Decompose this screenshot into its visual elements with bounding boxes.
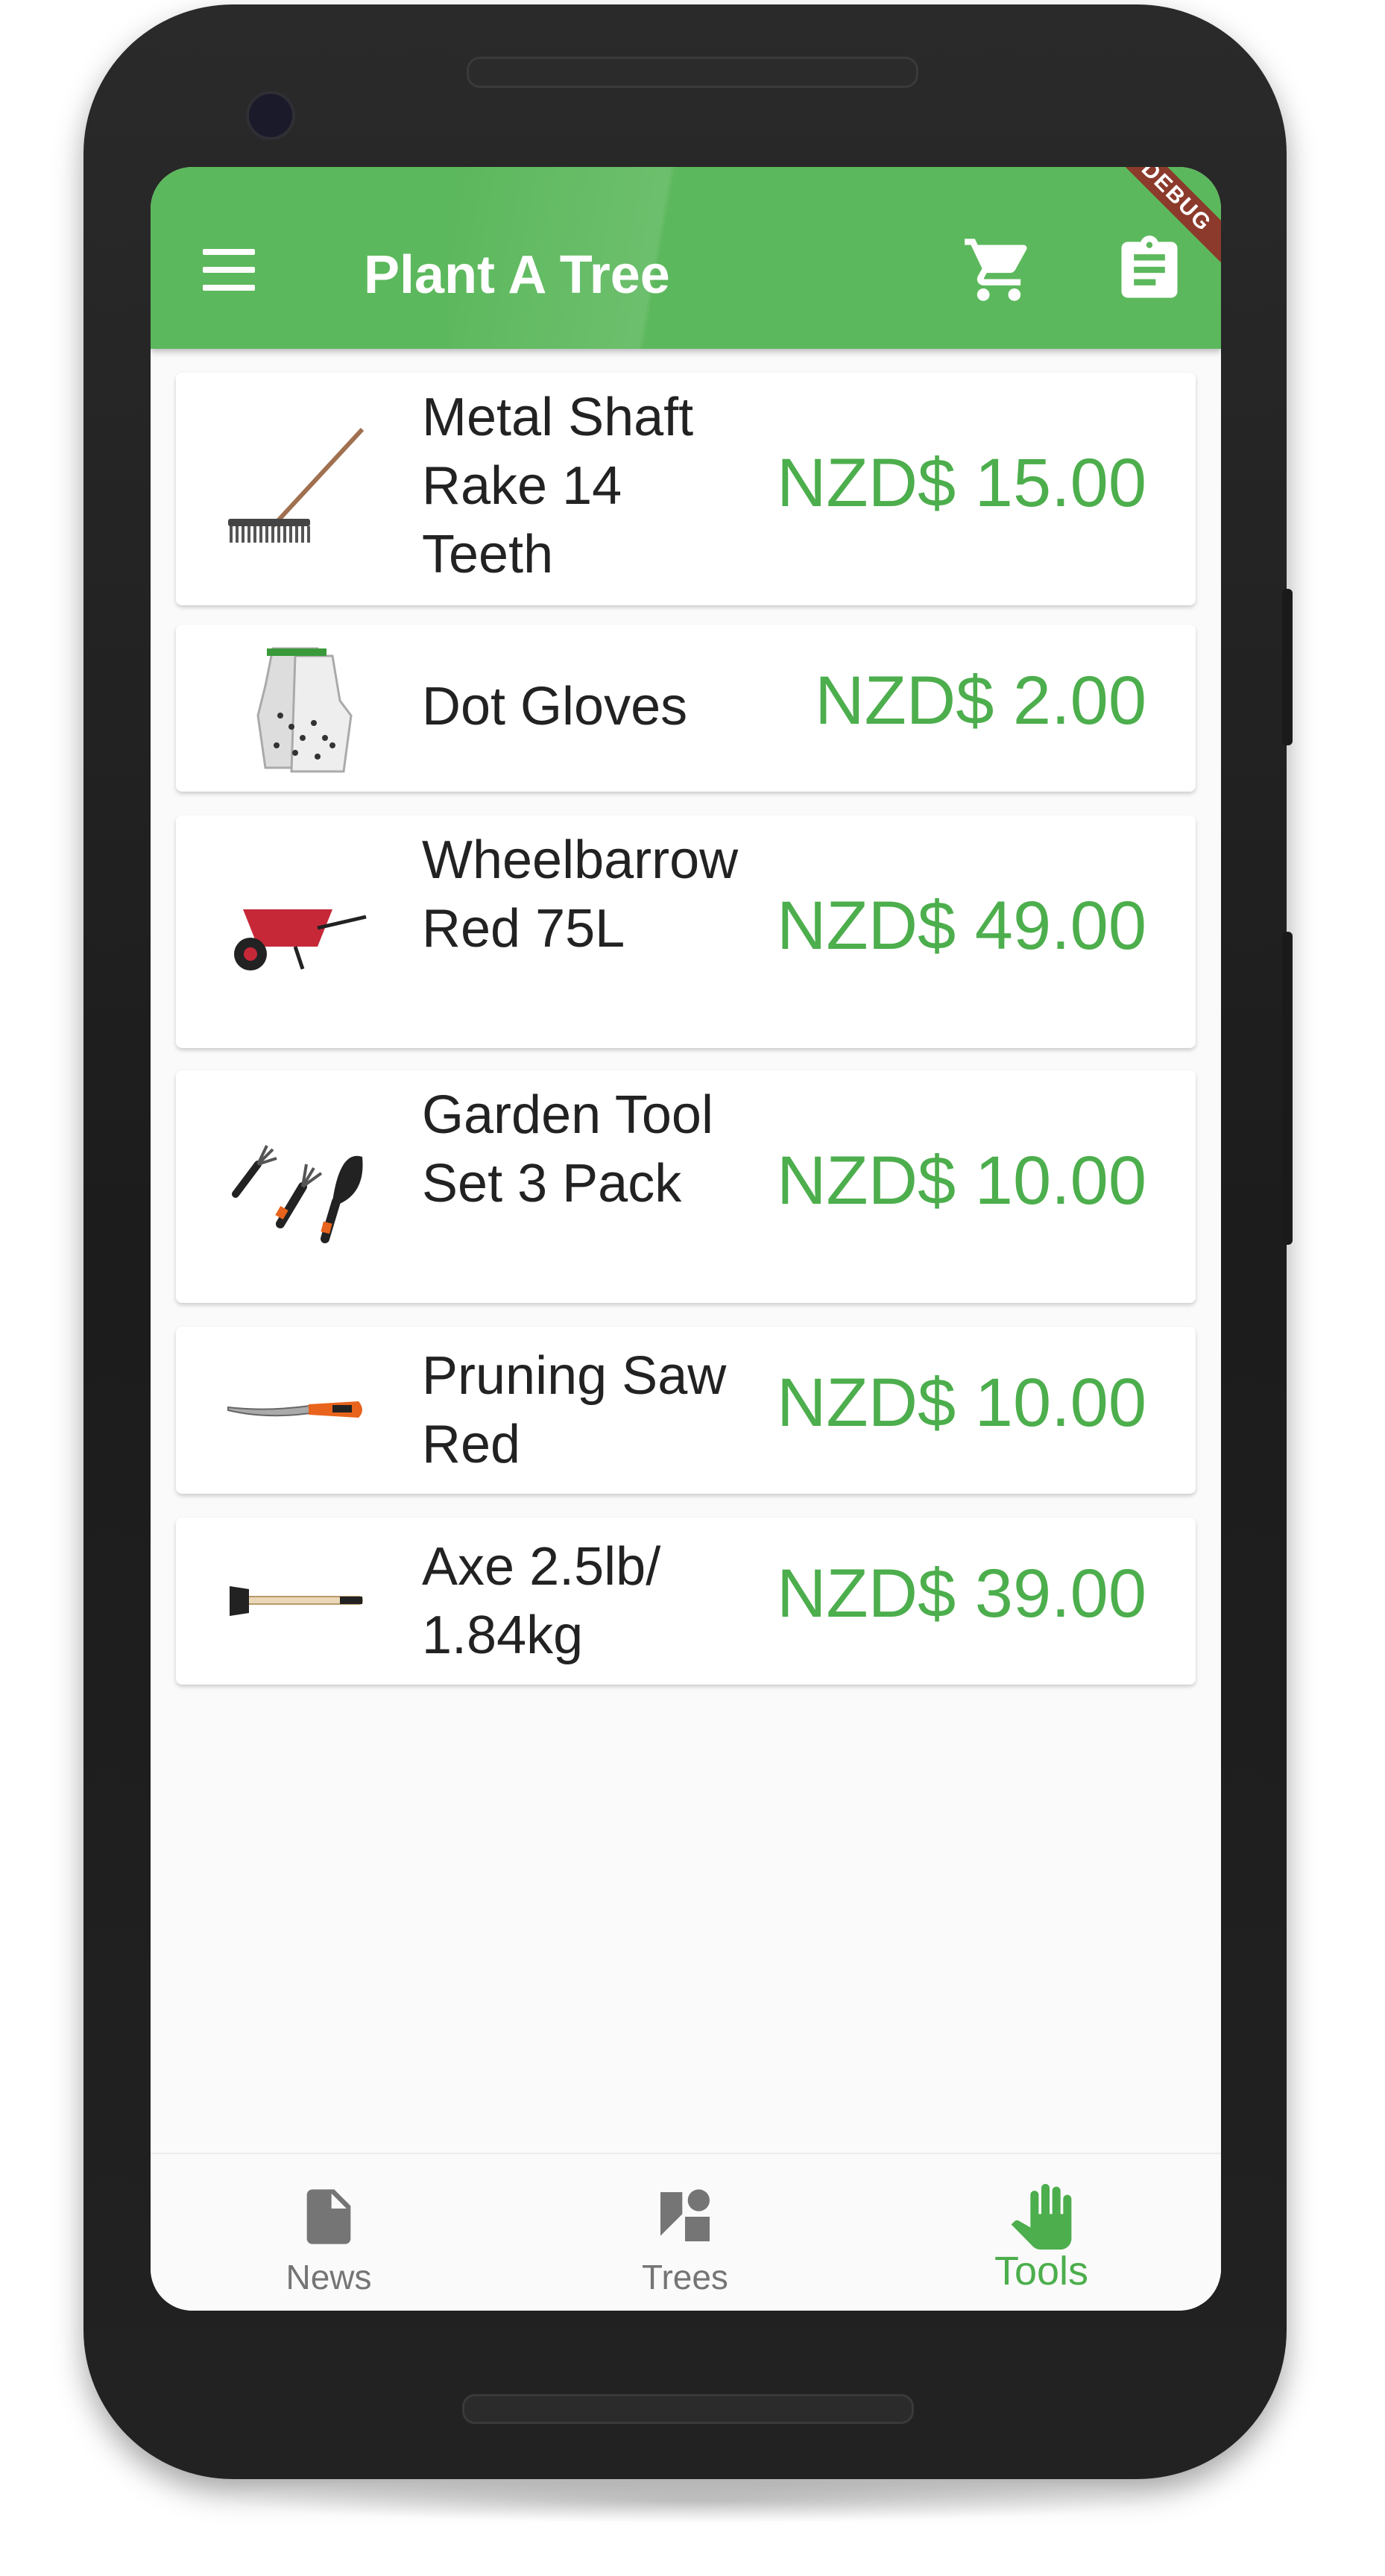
product-name: Dot Gloves bbox=[422, 677, 688, 736]
product-price: NZD$ 10.00 bbox=[776, 1143, 1146, 1219]
gloves-image bbox=[221, 634, 370, 783]
product-name: Garden Tool Set 3 Pack bbox=[422, 1085, 713, 1213]
product-price: NZD$ 15.00 bbox=[776, 445, 1146, 521]
product-name: Wheelbarrow Red 75L bbox=[422, 830, 739, 959]
power-button bbox=[1282, 589, 1293, 745]
product-price: NZD$ 2.00 bbox=[815, 663, 1146, 739]
product-name: Pruning Saw Red bbox=[422, 1346, 727, 1474]
product-price: NZD$ 49.00 bbox=[776, 888, 1146, 964]
product-price: NZD$ 39.00 bbox=[776, 1556, 1146, 1632]
list-item[interactable]: Wheelbarrow Red 75L NZD$ 49.00 bbox=[176, 815, 1196, 1048]
front-camera bbox=[246, 91, 295, 140]
cart-icon[interactable] bbox=[962, 233, 1036, 307]
menu-icon[interactable] bbox=[198, 242, 258, 301]
volume-button bbox=[1282, 932, 1293, 1245]
pruning-saw-image bbox=[221, 1336, 370, 1485]
app-screen: Plant A Tree DEBUG Metal Shaft Rake 14 T… bbox=[151, 167, 1221, 2311]
product-price: NZD$ 10.00 bbox=[776, 1365, 1146, 1441]
bottom-speaker bbox=[462, 2394, 914, 2424]
app-title: Plant A Tree bbox=[364, 245, 670, 305]
tab-trees[interactable]: Trees bbox=[507, 2154, 863, 2311]
tab-label: Trees bbox=[642, 2258, 728, 2296]
axe-image bbox=[221, 1527, 370, 1676]
list-item[interactable]: Axe 2.5lb/ 1.84kg NZD$ 39.00 bbox=[176, 1518, 1196, 1685]
app-bar: Plant A Tree DEBUG bbox=[151, 167, 1221, 349]
garden-tool-set-image bbox=[221, 1112, 370, 1261]
rake-image bbox=[221, 414, 370, 564]
top-speaker bbox=[467, 57, 918, 88]
tab-label: Tools bbox=[994, 2249, 1089, 2294]
hand-icon bbox=[1009, 2184, 1074, 2250]
tab-tools[interactable]: Tools bbox=[863, 2154, 1220, 2311]
list-item[interactable]: Garden Tool Set 3 Pack NZD$ 10.00 bbox=[176, 1070, 1196, 1303]
phone-shadow bbox=[224, 2478, 1163, 2523]
tab-label: News bbox=[285, 2258, 372, 2296]
clipboard-icon[interactable] bbox=[1112, 233, 1187, 307]
product-name: Metal Shaft Rake 14 Teeth bbox=[422, 388, 694, 584]
list-item[interactable]: Pruning Saw Red NZD$ 10.00 bbox=[176, 1327, 1196, 1494]
list-item[interactable]: Metal Shaft Rake 14 Teeth NZD$ 15.00 bbox=[176, 373, 1196, 605]
list-item[interactable]: Dot Gloves NZD$ 2.00 bbox=[176, 625, 1196, 792]
wheelbarrow-image bbox=[221, 857, 370, 1006]
document-icon bbox=[296, 2184, 362, 2250]
bottom-navigation: News Trees Tools bbox=[151, 2153, 1221, 2311]
tab-news[interactable]: News bbox=[151, 2154, 507, 2311]
shapes-icon bbox=[652, 2184, 718, 2250]
product-name: Axe 2.5lb/ 1.84kg bbox=[422, 1537, 661, 1665]
